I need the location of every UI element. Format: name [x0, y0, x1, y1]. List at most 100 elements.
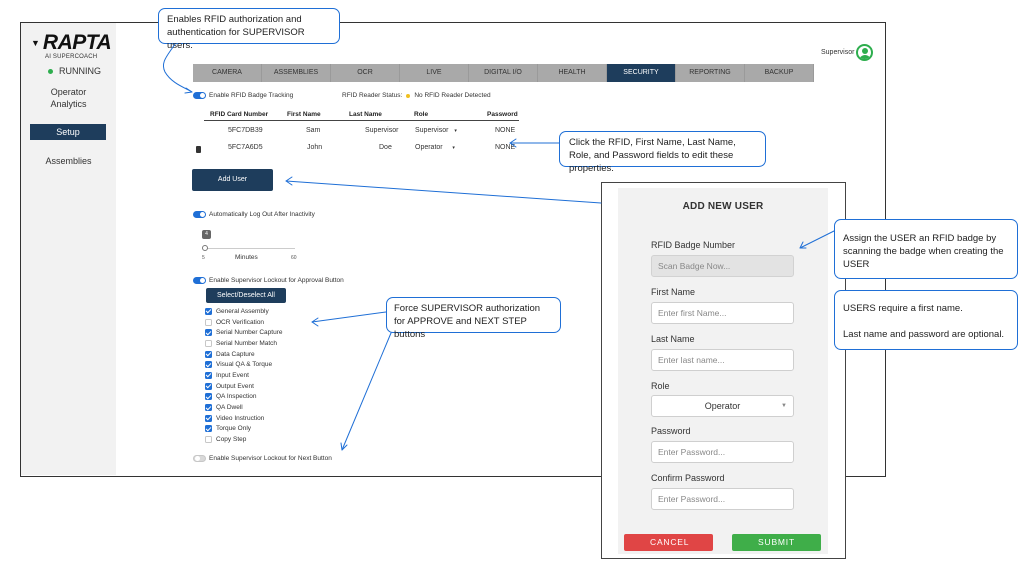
role-caret-icon: ▾: [452, 145, 455, 151]
list-item[interactable]: Video Instruction: [205, 413, 282, 424]
callout-required-fields: USERS require a first name. Last name an…: [834, 290, 1018, 350]
tab-ocr[interactable]: OCR: [331, 64, 400, 82]
list-item[interactable]: Output Event: [205, 381, 282, 392]
brand-subtitle: AI SUPERCOACH: [45, 54, 98, 60]
rfid-reader-status: RFID Reader Status: No RFID Reader Detec…: [342, 92, 491, 99]
checkbox[interactable]: [205, 318, 212, 326]
auto-logout-label: Automatically Log Out After Inactivity: [209, 211, 315, 218]
list-item[interactable]: Serial Number Capture: [205, 327, 282, 338]
list-item[interactable]: General Assembly: [205, 306, 282, 317]
cancel-button[interactable]: CANCEL: [624, 534, 713, 551]
col-header-role: Role: [414, 111, 429, 118]
cell-first-name[interactable]: Sam: [306, 127, 320, 134]
sidebar-item-setup[interactable]: Setup: [30, 124, 106, 140]
list-item[interactable]: Torque Only: [205, 424, 282, 435]
cell-role[interactable]: Supervisor ▾: [415, 127, 457, 134]
settings-tabs: CAMERA ASSEMBLIES OCR LIVE DIGITAL I/O H…: [193, 64, 814, 82]
callout-edit-fields: Click the RFID, First Name, Last Name, R…: [559, 131, 766, 174]
cell-first-name[interactable]: John: [307, 144, 322, 151]
add-user-button[interactable]: Add User: [192, 169, 273, 191]
user-avatar-icon[interactable]: [856, 44, 873, 61]
rfid-tracking-toggle[interactable]: [193, 92, 206, 99]
tab-security[interactable]: SECURITY: [607, 64, 676, 82]
password-input[interactable]: Enter Password...: [651, 441, 794, 463]
logout-slider-thumb[interactable]: [202, 245, 208, 251]
checkbox[interactable]: [205, 307, 212, 315]
running-status: RUNNING: [48, 66, 101, 76]
logo-menu-caret-icon[interactable]: ▼: [31, 38, 40, 48]
password-label: Password: [651, 426, 691, 436]
checkbox[interactable]: [205, 329, 212, 337]
col-header-rfid: RFID Card Number: [210, 111, 269, 118]
checkbox[interactable]: [205, 339, 212, 347]
checkbox[interactable]: [205, 393, 212, 401]
delete-user-icon[interactable]: [196, 146, 201, 153]
list-item[interactable]: QA Dwell: [205, 402, 282, 413]
left-sidebar: ▼ RAPTA AI SUPERCOACH RUNNING Operator A…: [21, 23, 116, 475]
list-item[interactable]: Data Capture: [205, 349, 282, 360]
sidebar-item-assemblies[interactable]: Assemblies: [21, 155, 116, 167]
list-item[interactable]: Visual QA & Torque: [205, 359, 282, 370]
checkbox[interactable]: [205, 361, 212, 369]
select-all-button[interactable]: Select/Deselect All: [206, 288, 286, 303]
col-header-last-name: Last Name: [349, 111, 382, 118]
tab-live[interactable]: LIVE: [400, 64, 469, 82]
logout-slider-track[interactable]: [207, 248, 295, 249]
col-header-first-name: First Name: [287, 111, 321, 118]
reader-status-dot-icon: [406, 93, 411, 98]
cell-password[interactable]: NONE: [495, 127, 515, 134]
user-name: Supervisor: [821, 49, 855, 56]
brand-name: RAPTA: [42, 31, 112, 54]
tab-reporting[interactable]: REPORTING: [676, 64, 745, 82]
lockout-next-toggle[interactable]: [193, 455, 206, 462]
slider-value-tooltip: 4: [202, 230, 211, 239]
last-name-input[interactable]: Enter last name...: [651, 349, 794, 371]
add-user-modal: ADD NEW USER RFID Badge Number Scan Badg…: [601, 182, 846, 559]
role-select[interactable]: Operator ▼: [651, 395, 794, 417]
callout-rfid-auth: Enables RFID authorization and authentic…: [158, 8, 340, 51]
list-item[interactable]: Copy Step: [205, 434, 282, 445]
sidebar-item-operator-analytics[interactable]: Operator Analytics: [21, 86, 116, 110]
checkbox[interactable]: [205, 350, 212, 358]
slider-max-label: 60: [291, 255, 297, 261]
add-user-form: ADD NEW USER RFID Badge Number Scan Badg…: [618, 188, 828, 554]
checkbox[interactable]: [205, 404, 212, 412]
confirm-password-label: Confirm Password: [651, 473, 725, 483]
auto-logout-toggle[interactable]: [193, 211, 206, 218]
cell-rfid[interactable]: 5FC7A6D5: [228, 144, 263, 151]
status-label: RUNNING: [59, 66, 101, 76]
col-header-password: Password: [487, 111, 518, 118]
list-item[interactable]: Serial Number Match: [205, 338, 282, 349]
cell-last-name[interactable]: Supervisor: [365, 127, 398, 134]
cell-password[interactable]: NONE: [495, 144, 515, 151]
rfid-badge-input[interactable]: Scan Badge Now...: [651, 255, 794, 277]
callout-badge-assign: Assign the USER an RFID badge by scannin…: [834, 219, 1018, 279]
checkbox[interactable]: [205, 371, 212, 379]
tab-backup[interactable]: BACKUP: [745, 64, 814, 82]
tab-assemblies[interactable]: ASSEMBLIES: [262, 64, 331, 82]
list-item[interactable]: QA Inspection: [205, 392, 282, 403]
cell-role[interactable]: Operator ▾: [415, 144, 455, 151]
first-name-input[interactable]: Enter first Name...: [651, 302, 794, 324]
checkbox[interactable]: [205, 414, 212, 422]
chevron-down-icon: ▼: [781, 403, 787, 409]
tab-digital-io[interactable]: DIGITAL I/O: [469, 64, 538, 82]
lockout-approval-toggle[interactable]: [193, 277, 206, 284]
cell-last-name[interactable]: Doe: [379, 144, 392, 151]
role-caret-icon: ▾: [454, 128, 457, 134]
tab-camera[interactable]: CAMERA: [193, 64, 262, 82]
cell-rfid[interactable]: 5FC7DB39: [228, 127, 263, 134]
role-select-value: Operator: [704, 401, 741, 411]
lockout-approval-label: Enable Supervisor Lockout for Approval B…: [209, 277, 344, 284]
checkbox[interactable]: [205, 436, 212, 444]
tab-health[interactable]: HEALTH: [538, 64, 607, 82]
checkbox[interactable]: [205, 382, 212, 390]
slider-min-label: 5: [202, 255, 205, 261]
confirm-password-input[interactable]: Enter Password...: [651, 488, 794, 510]
list-item[interactable]: Input Event: [205, 370, 282, 381]
checkbox[interactable]: [205, 425, 212, 433]
role-label: Role: [651, 381, 670, 391]
submit-button[interactable]: SUBMIT: [732, 534, 821, 551]
list-item[interactable]: OCR Verification: [205, 317, 282, 328]
step-checkbox-list: General Assembly OCR Verification Serial…: [205, 306, 282, 445]
